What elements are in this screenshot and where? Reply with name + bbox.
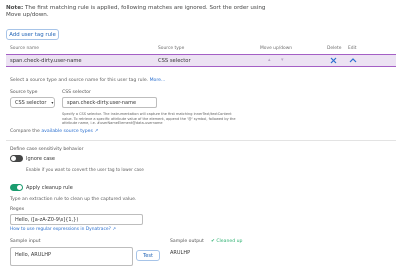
sample-input-label: Sample input: [10, 239, 41, 244]
select-source-text: Select a source type and source name for…: [10, 78, 166, 83]
sample-output-label: Sample output: [170, 239, 204, 244]
header-edit: Edit: [348, 46, 357, 51]
info-note: Note: The first matching rule is applied…: [6, 5, 266, 19]
compare-text: Compare the available source types ↗: [10, 129, 99, 134]
row-source-name: span.check-dirty.user-name: [10, 58, 82, 64]
collapse-chevron-icon[interactable]: [349, 57, 357, 63]
check-icon: ✔: [211, 239, 215, 244]
apply-cleanup-toggle[interactable]: [10, 184, 23, 191]
ignore-case-help: Enable if you want to convert the user t…: [26, 167, 144, 172]
cleanup-help: Type an extraction rule to clean up the …: [10, 197, 137, 202]
toggle-knob: [11, 156, 16, 161]
sample-input[interactable]: Hello, ARULHP: [10, 247, 133, 266]
external-link-icon: ↗: [94, 129, 99, 134]
header-source-name: Source name: [10, 46, 39, 51]
toggle-knob: [17, 185, 22, 190]
apply-cleanup-label: Apply cleanup rule: [26, 185, 73, 191]
sample-output-value: ARULHP: [170, 250, 191, 256]
source-type-select[interactable]: CSS selector ▾: [10, 97, 55, 108]
chevron-down-icon: ▾: [51, 100, 54, 105]
regex-input[interactable]: Hello, ([a-zA-Z0-9\s]{1,}): [10, 214, 143, 225]
ignore-case-toggle[interactable]: [10, 155, 23, 162]
divider: [6, 140, 396, 141]
css-selector-label: CSS selector: [62, 90, 91, 95]
css-selector-input[interactable]: span.check-dirty.user-name: [62, 97, 157, 108]
cleaned-up-status: ✔ Cleaned up: [211, 239, 243, 244]
external-link-icon: ↗: [112, 227, 117, 232]
regex-help-link[interactable]: How to use regular expressions in Dynatr…: [10, 227, 111, 232]
move-up-icon[interactable]: ▴: [268, 57, 271, 63]
ignore-case-label: Ignore case: [26, 156, 55, 162]
header-source-type: Source type: [158, 46, 185, 51]
regex-label: Regex: [10, 207, 25, 212]
case-sensitivity-title: Define case sensitivity behavior: [10, 147, 84, 152]
delete-icon[interactable]: [330, 57, 337, 64]
regex-help-row: How to use regular expressions in Dynatr…: [10, 227, 116, 232]
add-user-tag-rule-button[interactable]: Add user tag rule: [6, 29, 59, 40]
header-move: Move up/down: [260, 46, 293, 51]
css-selector-help: Specify a CSS selector. The instrumentat…: [62, 112, 236, 126]
row-source-type: CSS selector: [158, 58, 191, 64]
test-button[interactable]: Test: [136, 250, 160, 261]
available-source-types-link[interactable]: available source types: [41, 129, 93, 134]
source-type-label: Source type: [10, 90, 38, 95]
header-delete: Delete: [327, 46, 342, 51]
more-link[interactable]: More...: [150, 78, 166, 83]
move-down-icon[interactable]: ▾: [281, 57, 284, 63]
